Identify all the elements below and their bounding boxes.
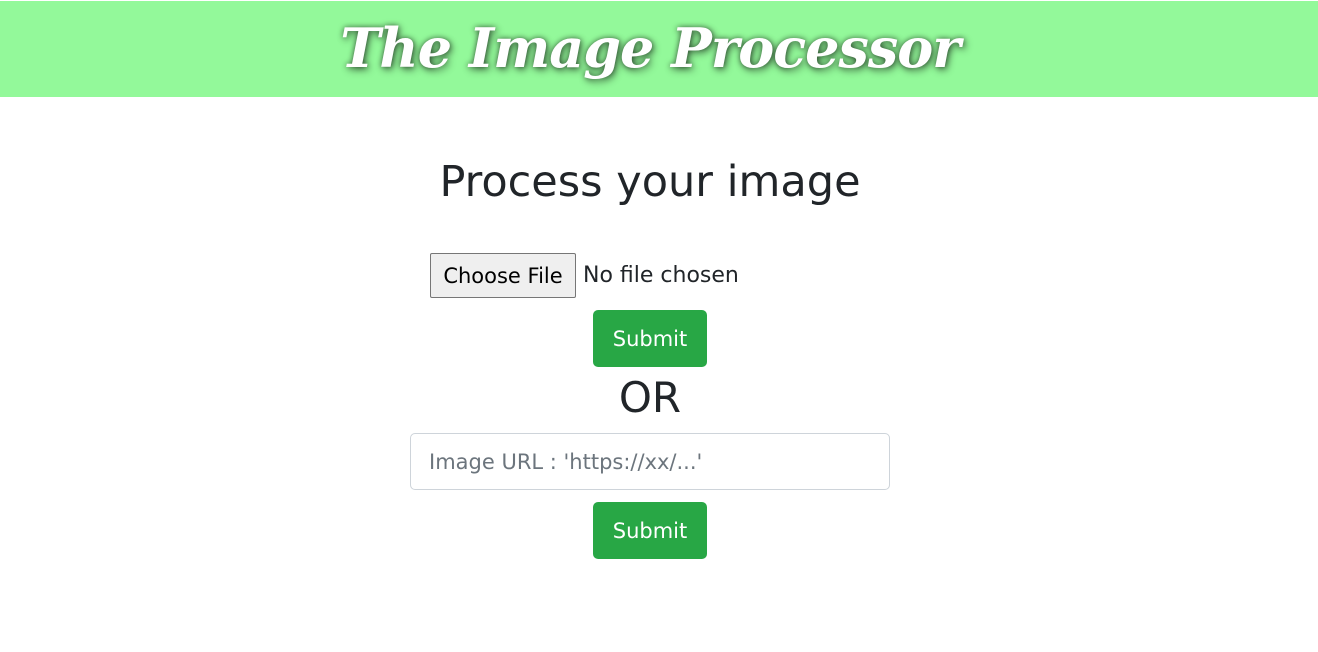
file-upload-field[interactable]: Choose File No file chosen	[430, 253, 739, 298]
submit-file-button[interactable]: Submit	[593, 310, 707, 367]
page-heading: Process your image	[439, 157, 861, 207]
app-title: The Image Processor	[340, 16, 960, 80]
or-divider-label: OR	[618, 373, 682, 422]
choose-file-button[interactable]: Choose File	[430, 253, 576, 298]
submit-url-button[interactable]: Submit	[593, 502, 707, 559]
header-bar: The Image Processor	[0, 1, 1318, 97]
file-status-text: No file chosen	[583, 263, 739, 288]
image-url-input[interactable]	[410, 433, 890, 490]
